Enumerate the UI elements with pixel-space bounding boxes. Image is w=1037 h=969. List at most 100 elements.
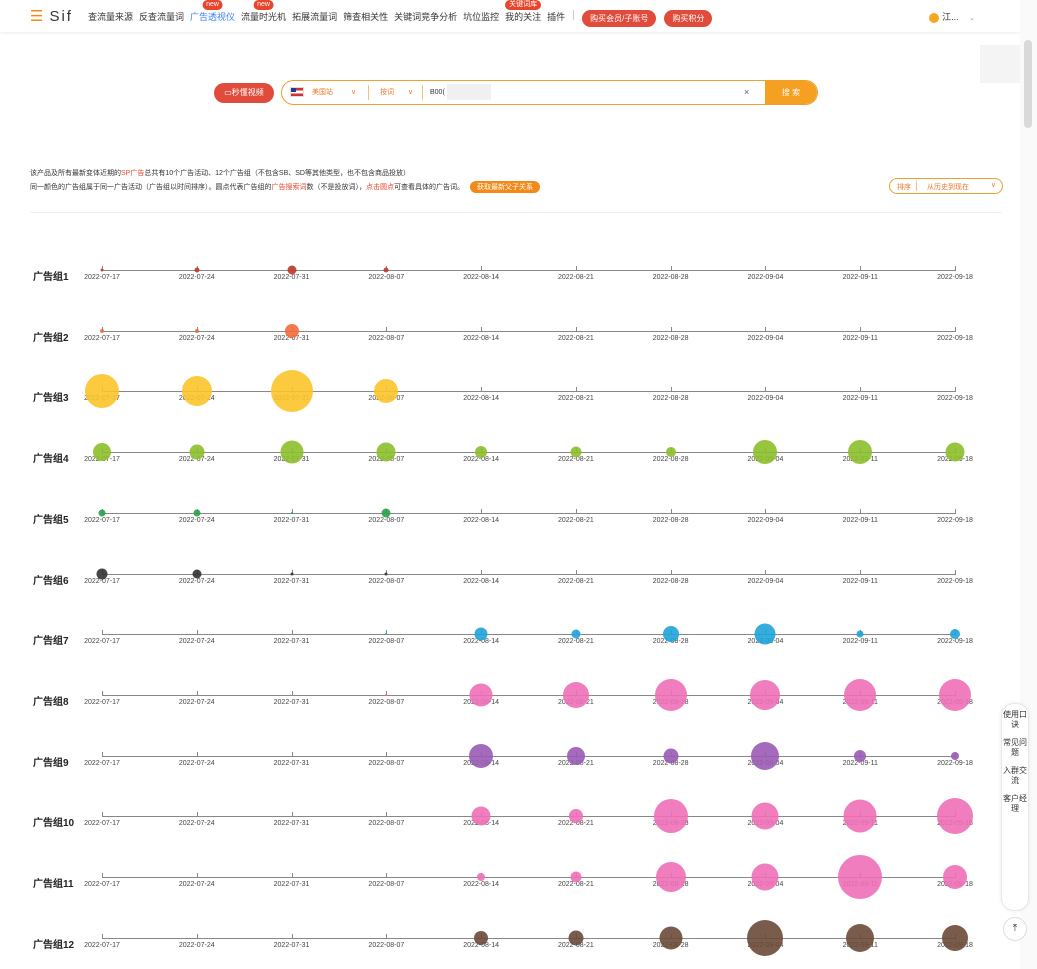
search-button[interactable]: 搜 索: [765, 81, 817, 104]
ad-group-bubble[interactable]: [192, 569, 202, 578]
ad-group-bubble[interactable]: [85, 374, 119, 409]
ad-group-bubble[interactable]: [751, 741, 780, 770]
ad-group-bubble[interactable]: [189, 444, 205, 460]
ad-group-bubble[interactable]: [848, 440, 873, 465]
nav-item[interactable]: 流量时光机 new: [241, 0, 286, 27]
ad-group-bubble[interactable]: [194, 328, 199, 333]
ad-group-bubble[interactable]: [280, 440, 304, 464]
nav-item[interactable]: 关键词竞争分析: [394, 10, 457, 27]
nav-item[interactable]: 反查流量词: [139, 10, 184, 27]
clear-icon[interactable]: ×: [744, 81, 749, 104]
ad-group-bubble[interactable]: [385, 633, 388, 636]
sort-select[interactable]: 排序 从历史到现在 ∨: [889, 178, 1003, 194]
ad-group-bubble[interactable]: [290, 511, 293, 514]
back-to-top-button[interactable]: ⤒: [1003, 917, 1027, 941]
menu-icon[interactable]: ☰: [30, 8, 45, 25]
ad-group-bubble[interactable]: [562, 681, 589, 708]
nav-item[interactable]: 广告透视仪 new: [190, 0, 235, 27]
ad-group-bubble[interactable]: [475, 446, 488, 459]
ad-group-bubble[interactable]: [290, 572, 294, 575]
ad-group-bubble[interactable]: [469, 683, 493, 707]
ad-group-bubble[interactable]: [100, 328, 104, 333]
ad-group-bubble[interactable]: [385, 330, 387, 332]
ad-group-bubble[interactable]: [284, 323, 299, 338]
buy-points-button[interactable]: 购买积分: [664, 10, 713, 27]
ad-group-bubble[interactable]: [856, 630, 864, 638]
site-select[interactable]: 美国站 ∨: [290, 81, 356, 104]
ad-group-bubble[interactable]: [659, 926, 683, 950]
ad-group-bubble[interactable]: [751, 802, 779, 830]
ad-group-bubble[interactable]: [98, 509, 106, 517]
ad-group-bubble[interactable]: [568, 809, 583, 824]
nav-item[interactable]: 我的关注 关键词库: [505, 0, 541, 27]
divider: [368, 85, 369, 100]
ad-group-bubble[interactable]: [663, 748, 679, 764]
ad-group-bubble[interactable]: [568, 930, 584, 946]
ad-group-bubble[interactable]: [474, 930, 489, 945]
get-relation-button[interactable]: 获取最新父子关系: [470, 181, 540, 193]
nav-item[interactable]: 筛查相关性: [343, 10, 388, 27]
ad-group-bubble[interactable]: [654, 678, 687, 711]
ad-group-bubble[interactable]: [942, 924, 968, 951]
ad-group-bubble[interactable]: [474, 627, 488, 641]
search-term-link[interactable]: 广告搜索词: [272, 184, 307, 191]
ad-group-bubble[interactable]: [844, 678, 877, 711]
ad-group-bubble[interactable]: [383, 267, 389, 273]
user-menu[interactable]: 江... ⌄: [929, 10, 975, 23]
ad-group-bubble[interactable]: [194, 267, 200, 273]
ad-group-bubble[interactable]: [939, 678, 971, 711]
floater-item[interactable]: 使用口诀: [1002, 710, 1028, 730]
ad-group-bubble[interactable]: [270, 370, 313, 413]
ad-group-bubble[interactable]: [100, 268, 104, 272]
nav-item[interactable]: 插件: [547, 10, 565, 27]
scrollbar-thumb[interactable]: [1024, 40, 1032, 128]
ad-group-bubble[interactable]: [937, 798, 973, 835]
floater-item[interactable]: 常见问题: [1002, 738, 1028, 758]
ad-group-bubble[interactable]: [943, 865, 967, 889]
ad-group-bubble[interactable]: [571, 629, 581, 639]
ad-group-bubble[interactable]: [843, 799, 877, 833]
floater-item[interactable]: 入群交流: [1002, 766, 1028, 786]
nav-item[interactable]: 拓展流量词: [292, 10, 337, 27]
video-tutorial-button[interactable]: ▭秒懂视频: [214, 83, 274, 103]
ad-group-bubble[interactable]: [838, 855, 883, 899]
ad-group-bubble[interactable]: [747, 919, 784, 956]
ad-group-bubble[interactable]: [655, 862, 686, 892]
ad-group-bubble[interactable]: [566, 746, 585, 765]
ad-group-bubble[interactable]: [93, 443, 111, 462]
ad-group-bubble[interactable]: [471, 806, 491, 826]
ad-group-bubble[interactable]: [753, 440, 778, 465]
ad-group-bubble[interactable]: [181, 376, 212, 407]
floater-item[interactable]: 客户经理: [1002, 794, 1028, 814]
ad-group-bubble[interactable]: [662, 626, 679, 643]
ad-group-bubble[interactable]: [381, 508, 391, 518]
ad-group-bubble[interactable]: [751, 863, 779, 891]
ad-group-bubble[interactable]: [376, 442, 396, 462]
ad-group-bubble[interactable]: [374, 379, 399, 404]
ad-group-bubble[interactable]: [854, 749, 867, 762]
ad-group-bubble[interactable]: [469, 743, 494, 768]
ad-group-bubble[interactable]: [653, 799, 688, 834]
ad-group-bubble[interactable]: [96, 568, 108, 579]
buy-member-button[interactable]: 购买会员/子账号: [582, 10, 657, 27]
search-input[interactable]: B00(: [430, 81, 445, 104]
ad-group-bubble[interactable]: [846, 923, 875, 952]
ad-group-bubble[interactable]: [950, 629, 960, 640]
ad-group-bubble[interactable]: [287, 265, 297, 275]
nav-item[interactable]: 查流量来源: [88, 10, 133, 27]
ad-group-bubble[interactable]: [754, 623, 776, 645]
logo[interactable]: ☰ Sif: [30, 7, 73, 25]
mode-select[interactable]: 按词 ∨: [380, 81, 413, 104]
ad-group-bubble[interactable]: [570, 871, 582, 883]
ad-group-bubble[interactable]: [193, 509, 201, 517]
ad-group-bubble[interactable]: [945, 442, 965, 462]
ad-group-bubble[interactable]: [665, 447, 676, 458]
ad-group-bubble[interactable]: [384, 572, 388, 575]
ad-group-bubble[interactable]: [477, 873, 486, 881]
ad-group-bubble[interactable]: [951, 751, 959, 760]
nav-item[interactable]: 坑位监控: [463, 10, 499, 27]
sp-ad-link[interactable]: SP广告: [121, 170, 144, 177]
ad-group-bubble[interactable]: [570, 446, 582, 458]
ad-group-bubble[interactable]: [385, 693, 388, 696]
ad-group-bubble[interactable]: [750, 679, 781, 710]
